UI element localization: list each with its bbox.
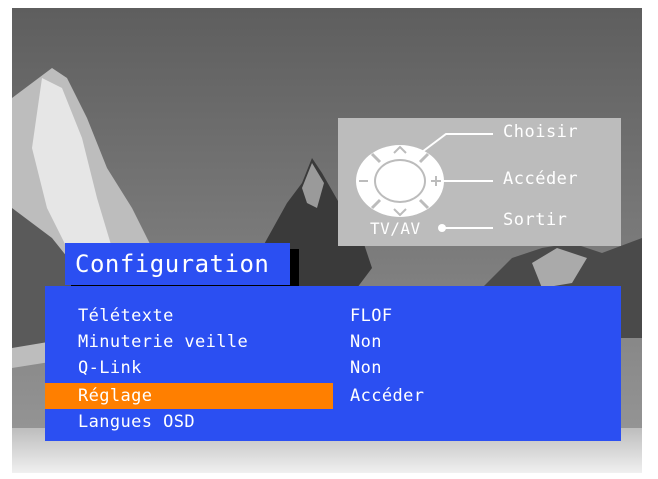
- exit-label: Sortir: [503, 210, 568, 230]
- menu-item-value: Non: [350, 358, 382, 378]
- menu-item-label: Réglage: [78, 386, 153, 406]
- configuration-menu: Télétexte FLOF Minuterie veille Non Q-Li…: [45, 286, 621, 441]
- menu-title: Configuration: [65, 243, 290, 285]
- tvav-button-label: TV/AV: [370, 219, 421, 238]
- choose-label: Choisir: [503, 122, 579, 142]
- menu-item-value: FLOF: [350, 306, 393, 326]
- menu-item-q-link[interactable]: Q-Link Non: [45, 355, 621, 381]
- menu-item-label: Langues OSD: [78, 412, 195, 432]
- menu-item-tuning[interactable]: Réglage Accéder: [45, 383, 621, 409]
- menu-item-label: Minuterie veille: [78, 332, 249, 352]
- menu-item-sleep-timer[interactable]: Minuterie veille Non: [45, 329, 621, 355]
- menu-item-osd-languages[interactable]: Langues OSD: [45, 409, 621, 435]
- enter-label: Accéder: [503, 169, 579, 189]
- menu-item-value: Accéder: [350, 386, 425, 406]
- menu-item-label: Télétexte: [78, 306, 174, 326]
- menu-item-teletext[interactable]: Télétexte FLOF: [45, 303, 621, 329]
- menu-item-label: Q-Link: [78, 358, 142, 378]
- remote-help-panel: Choisir Accéder Sortir TV/AV: [338, 118, 621, 246]
- menu-item-value: Non: [350, 332, 382, 352]
